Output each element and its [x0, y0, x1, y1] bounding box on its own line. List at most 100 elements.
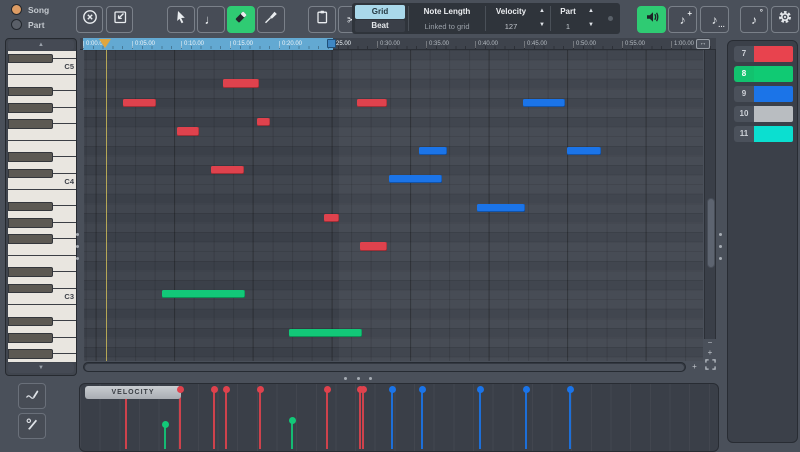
- black-key-A#2[interactable]: [8, 317, 53, 327]
- settings-button[interactable]: [771, 6, 799, 33]
- velocity-dot[interactable]: [324, 386, 331, 393]
- channel-color-swatch[interactable]: [754, 86, 793, 102]
- horizontal-scrollbar[interactable]: [83, 362, 686, 372]
- fit-view-button[interactable]: [703, 360, 717, 372]
- midi-note-G#2[interactable]: [289, 329, 362, 337]
- midi-note-D#4[interactable]: [567, 147, 601, 155]
- midi-note-C3[interactable]: [162, 290, 245, 298]
- velocity-stem[interactable]: [359, 389, 361, 449]
- velocity-dot[interactable]: [223, 386, 230, 393]
- velocity-stem[interactable]: [291, 420, 293, 449]
- midi-note-G#4[interactable]: [357, 99, 387, 107]
- horizontal-scrollbar-thumb[interactable]: [85, 364, 684, 371]
- black-key-D#4[interactable]: [8, 152, 53, 162]
- velocity-dot[interactable]: [567, 386, 574, 393]
- audition-button[interactable]: [637, 6, 666, 33]
- velocity-lane-label[interactable]: VELOCITY: [85, 386, 181, 399]
- brush-tool-button[interactable]: [257, 6, 285, 33]
- velocity-stem[interactable]: [225, 389, 227, 449]
- channel-color-swatch[interactable]: [754, 126, 793, 142]
- channel-color-swatch[interactable]: [754, 66, 793, 82]
- velocity-dot[interactable]: [257, 386, 264, 393]
- vertical-scrollbar-thumb[interactable]: [707, 198, 715, 268]
- midi-note-F#4[interactable]: [257, 118, 270, 126]
- black-key-G#2[interactable]: [8, 333, 53, 343]
- midi-note-A#4[interactable]: [223, 79, 259, 87]
- black-key-A#3[interactable]: [8, 202, 53, 212]
- vertical-scrollbar[interactable]: [704, 50, 716, 339]
- selection-end-marker[interactable]: [327, 39, 336, 48]
- midi-note-G#4[interactable]: [123, 99, 156, 107]
- select-tool-button[interactable]: [167, 6, 195, 33]
- velocity-down-button[interactable]: ▼: [536, 21, 548, 29]
- black-key-D#3[interactable]: [8, 267, 53, 277]
- note-properties-button[interactable]: ♪ °: [740, 6, 768, 33]
- scale-velocity-button[interactable]: [18, 413, 46, 439]
- velocity-stem[interactable]: [362, 389, 364, 449]
- velocity-stem[interactable]: [569, 389, 571, 449]
- velocity-dot[interactable]: [211, 386, 218, 393]
- velocity-stem[interactable]: [259, 389, 261, 449]
- zoom-in-v-button[interactable]: +: [705, 348, 715, 357]
- close-button[interactable]: [76, 6, 103, 33]
- black-key-G#4[interactable]: [8, 103, 53, 113]
- note-tool-button[interactable]: ♩: [197, 6, 225, 33]
- velocity-stem[interactable]: [213, 389, 215, 449]
- velocity-stem[interactable]: [391, 389, 393, 449]
- piano-roll-grid[interactable]: [84, 50, 703, 361]
- midi-note-D#4[interactable]: [419, 147, 447, 155]
- part-up-button[interactable]: ▲: [585, 7, 597, 15]
- velocity-stem[interactable]: [479, 389, 481, 449]
- black-key-C#4[interactable]: [8, 169, 53, 179]
- eraser-tool-button[interactable]: [227, 6, 255, 33]
- velocity-stem[interactable]: [525, 389, 527, 449]
- channel-row-10[interactable]: 10: [728, 106, 799, 122]
- midi-note-A3[interactable]: [477, 204, 525, 212]
- note-length-value[interactable]: Linked to grid: [409, 22, 485, 31]
- part-radio[interactable]: [11, 19, 22, 30]
- channel-color-swatch[interactable]: [754, 106, 793, 122]
- zoom-in-h-button[interactable]: +: [689, 362, 700, 371]
- midi-note-C4[interactable]: [389, 175, 442, 183]
- midi-note-C#4[interactable]: [211, 166, 244, 174]
- channel-color-swatch[interactable]: [754, 46, 793, 62]
- black-key-C#3[interactable]: [8, 284, 53, 294]
- timeline-ruler[interactable]: 0:00.000:05.000:10.000:15.000:20.000:25.…: [80, 38, 716, 50]
- black-key-F#4[interactable]: [8, 119, 53, 129]
- midi-note-F4[interactable]: [177, 127, 199, 135]
- keyboard-scroll-down-button[interactable]: ▼: [8, 363, 74, 373]
- channel-row-11[interactable]: 11: [728, 126, 799, 142]
- velocity-dot[interactable]: [289, 417, 296, 424]
- tab-grid[interactable]: Grid: [355, 5, 405, 19]
- velocity-dot[interactable]: [177, 386, 184, 393]
- song-radio-row[interactable]: Song: [11, 4, 49, 15]
- black-key-F#3[interactable]: [8, 234, 53, 244]
- draw-velocity-curve-button[interactable]: [18, 383, 46, 409]
- black-key-F#2[interactable]: [8, 349, 53, 359]
- song-radio[interactable]: [11, 4, 22, 15]
- midi-note-G#3[interactable]: [324, 214, 339, 222]
- keyboard-scroll-up-button[interactable]: ▲: [8, 40, 74, 50]
- tab-beat[interactable]: Beat: [355, 20, 405, 32]
- black-key-C#5[interactable]: [8, 54, 53, 64]
- channel-row-9[interactable]: 9: [728, 86, 799, 102]
- playhead-marker[interactable]: [99, 39, 111, 48]
- part-radio-row[interactable]: Part: [11, 19, 45, 30]
- part-down-button[interactable]: ▼: [585, 21, 597, 29]
- dotted-note-button[interactable]: ♪ …: [700, 6, 729, 33]
- add-note-button[interactable]: ♪ +: [668, 6, 697, 33]
- zoom-out-v-button[interactable]: −: [705, 338, 715, 347]
- velocity-dot[interactable]: [389, 386, 396, 393]
- velocity-dot[interactable]: [162, 421, 169, 428]
- velocity-stem[interactable]: [326, 389, 328, 449]
- paste-button[interactable]: [308, 6, 336, 33]
- channel-row-8[interactable]: 8: [728, 66, 799, 82]
- velocity-stem[interactable]: [421, 389, 423, 449]
- velocity-dot[interactable]: [523, 386, 530, 393]
- channel-row-7[interactable]: 7: [728, 46, 799, 62]
- midi-note-G#4[interactable]: [523, 99, 565, 107]
- velocity-dot[interactable]: [360, 386, 367, 393]
- velocity-dot[interactable]: [477, 386, 484, 393]
- black-key-G#3[interactable]: [8, 218, 53, 228]
- zoom-fit-button[interactable]: ↔: [696, 39, 710, 49]
